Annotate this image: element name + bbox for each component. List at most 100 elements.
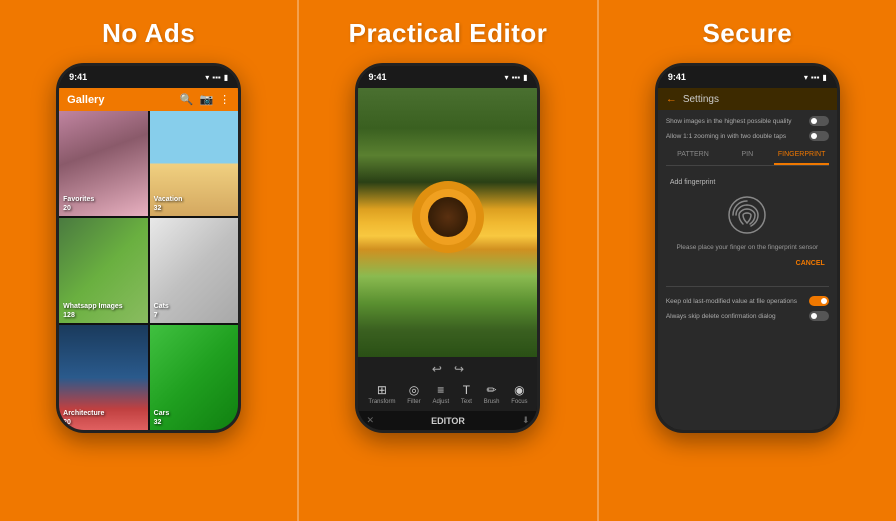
editor-tool-text[interactable]: T Text xyxy=(461,383,472,405)
battery-icon-settings: ▮ xyxy=(822,73,826,82)
adjust-label: Adjust xyxy=(432,399,449,405)
settings-row-quality: Show images in the highest possible qual… xyxy=(666,116,829,126)
settings-zoom-toggle[interactable] xyxy=(809,131,829,141)
panel-secure: Secure 9:41 ▾ ▪▪▪ ▮ ← Settings Show imag… xyxy=(597,0,896,521)
gallery-cell-favorites[interactable]: Favorites 20 xyxy=(59,111,148,216)
settings-delete-toggle[interactable] xyxy=(809,311,829,321)
filter-label: Filter xyxy=(407,399,420,405)
fingerprint-icon xyxy=(723,191,771,239)
cancel-button[interactable]: CANCEL xyxy=(796,256,825,271)
settings-header-title: Settings xyxy=(683,94,719,105)
camera-icon[interactable]: 📷 xyxy=(199,93,213,106)
redo-icon[interactable]: ↪ xyxy=(454,362,464,376)
battery-icon: ▮ xyxy=(224,73,228,82)
panel-practical-editor: Practical Editor 9:41 ▾ ▪▪▪ ▮ ↩ ↪ xyxy=(297,0,596,521)
status-icons: ▾ ▪▪▪ ▮ xyxy=(205,73,228,82)
gallery-app-title: Gallery xyxy=(67,94,104,106)
editor-close-icon[interactable]: ✕ xyxy=(366,415,374,426)
undo-icon[interactable]: ↩ xyxy=(432,362,442,376)
add-fingerprint-label: Add fingerprint xyxy=(670,179,716,186)
phone-editor: 9:41 ▾ ▪▪▪ ▮ ↩ ↪ ⊞ Transform xyxy=(355,63,540,433)
gallery-label-favorites: Favorites 20 xyxy=(63,195,94,213)
brush-label: Brush xyxy=(484,399,500,405)
transform-icon: ⊞ xyxy=(377,383,387,397)
settings-quality-toggle[interactable] xyxy=(809,116,829,126)
tab-pattern[interactable]: PATTERN xyxy=(666,146,720,165)
gallery-header: Gallery 🔍 📷 ⋮ xyxy=(59,88,238,111)
gallery-cell-cats[interactable]: Cats 7 xyxy=(150,218,239,323)
sunflower-image xyxy=(358,88,537,357)
fingerprint-svg xyxy=(723,191,771,239)
gallery-cell-vacation[interactable]: Vacation 32 xyxy=(150,111,239,216)
settings-screen: ← Settings Show images in the highest po… xyxy=(658,88,837,430)
panel-secure-title: Secure xyxy=(702,18,792,49)
wifi-icon: ▾ xyxy=(205,73,209,82)
back-arrow-icon[interactable]: ← xyxy=(666,93,677,105)
editor-controls: ↩ ↪ ⊞ Transform ◎ Filter ≡ Adjust xyxy=(358,357,537,411)
focus-label: Focus xyxy=(511,399,527,405)
editor-tool-brush[interactable]: ✏ Brush xyxy=(484,383,500,405)
gallery-header-icons: 🔍 📷 ⋮ xyxy=(180,93,230,106)
settings-file-ops-label: Keep old last-modified value at file ope… xyxy=(666,298,809,305)
settings-file-ops-toggle[interactable] xyxy=(809,296,829,306)
settings-quality-label: Show images in the highest possible qual… xyxy=(666,118,809,125)
panel-no-ads: No Ads 9:41 ▾ ▪▪▪ ▮ Gallery 🔍 📷 ⋮ xyxy=(0,0,297,521)
panel-no-ads-title: No Ads xyxy=(102,18,195,49)
settings-zoom-label: Allow 1:1 zooming in with two double tap… xyxy=(666,133,809,140)
phone-gallery: 9:41 ▾ ▪▪▪ ▮ Gallery 🔍 📷 ⋮ Favorites 20 xyxy=(56,63,241,433)
fingerprint-description: Please place your finger on the fingerpr… xyxy=(676,244,818,251)
wifi-icon-settings: ▾ xyxy=(804,73,808,82)
editor-tool-transform[interactable]: ⊞ Transform xyxy=(368,383,395,405)
status-time-editor: 9:41 xyxy=(368,72,386,82)
settings-header: ← Settings xyxy=(658,88,837,110)
editor-label: EDITOR xyxy=(431,416,465,426)
more-icon[interactable]: ⋮ xyxy=(219,93,230,106)
settings-row-delete: Always skip delete confirmation dialog xyxy=(666,311,829,321)
filter-icon: ◎ xyxy=(409,383,419,397)
transform-label: Transform xyxy=(368,399,395,405)
gallery-label-cats: Cats 7 xyxy=(154,302,169,320)
search-icon[interactable]: 🔍 xyxy=(180,93,194,106)
editor-tool-filter[interactable]: ◎ Filter xyxy=(407,383,420,405)
status-bar-gallery: 9:41 ▾ ▪▪▪ ▮ xyxy=(59,66,238,88)
security-tab-row: PATTERN PIN FINGERPRINT xyxy=(666,146,829,166)
brush-icon: ✏ xyxy=(487,383,497,397)
gallery-label-vacation: Vacation 32 xyxy=(154,195,183,213)
focus-icon: ◉ xyxy=(514,383,524,397)
status-bar-editor: 9:41 ▾ ▪▪▪ ▮ xyxy=(358,66,537,88)
gallery-grid: Favorites 20 Vacation 32 Whatsapp Images… xyxy=(59,111,238,430)
signal-icon-editor: ▪▪▪ xyxy=(512,73,521,82)
tab-fingerprint[interactable]: FINGERPRINT xyxy=(774,146,828,165)
status-time: 9:41 xyxy=(69,72,87,82)
sunflower-center xyxy=(428,197,468,237)
gallery-label-cars: Cars 32 xyxy=(154,409,170,427)
editor-bottom-bar: ✕ EDITOR ⬇ xyxy=(358,411,537,430)
battery-icon-editor: ▮ xyxy=(523,73,527,82)
fingerprint-section: Add fingerprint Please xyxy=(666,171,829,279)
phone-settings: 9:41 ▾ ▪▪▪ ▮ ← Settings Show images in t… xyxy=(655,63,840,433)
text-icon: T xyxy=(463,383,470,397)
wifi-icon-editor: ▾ xyxy=(505,73,509,82)
gallery-cell-cars[interactable]: Cars 32 xyxy=(150,325,239,430)
editor-screen: ↩ ↪ ⊞ Transform ◎ Filter ≡ Adjust xyxy=(358,88,537,430)
signal-icon-settings: ▪▪▪ xyxy=(811,73,820,82)
status-time-settings: 9:41 xyxy=(668,72,686,82)
settings-row-file-ops: Keep old last-modified value at file ope… xyxy=(666,296,829,306)
gallery-cell-architecture[interactable]: Architecture 20 xyxy=(59,325,148,430)
editor-download-icon[interactable]: ⬇ xyxy=(522,415,530,426)
gallery-label-whatsapp: Whatsapp Images 128 xyxy=(63,302,123,320)
settings-divider xyxy=(666,286,829,287)
text-label: Text xyxy=(461,399,472,405)
gallery-cell-whatsapp[interactable]: Whatsapp Images 128 xyxy=(59,218,148,323)
editor-tool-adjust[interactable]: ≡ Adjust xyxy=(432,383,449,405)
settings-delete-label: Always skip delete confirmation dialog xyxy=(666,313,809,320)
adjust-icon: ≡ xyxy=(437,383,444,397)
settings-body: Show images in the highest possible qual… xyxy=(658,110,837,430)
editor-undo-row: ↩ ↪ xyxy=(362,362,533,376)
status-bar-settings: 9:41 ▾ ▪▪▪ ▮ xyxy=(658,66,837,88)
gallery-label-architecture: Architecture 20 xyxy=(63,409,104,427)
tab-pin[interactable]: PIN xyxy=(720,146,774,165)
panel-practical-editor-title: Practical Editor xyxy=(349,18,548,49)
editor-tool-focus[interactable]: ◉ Focus xyxy=(511,383,527,405)
status-icons-settings: ▾ ▪▪▪ ▮ xyxy=(804,73,827,82)
